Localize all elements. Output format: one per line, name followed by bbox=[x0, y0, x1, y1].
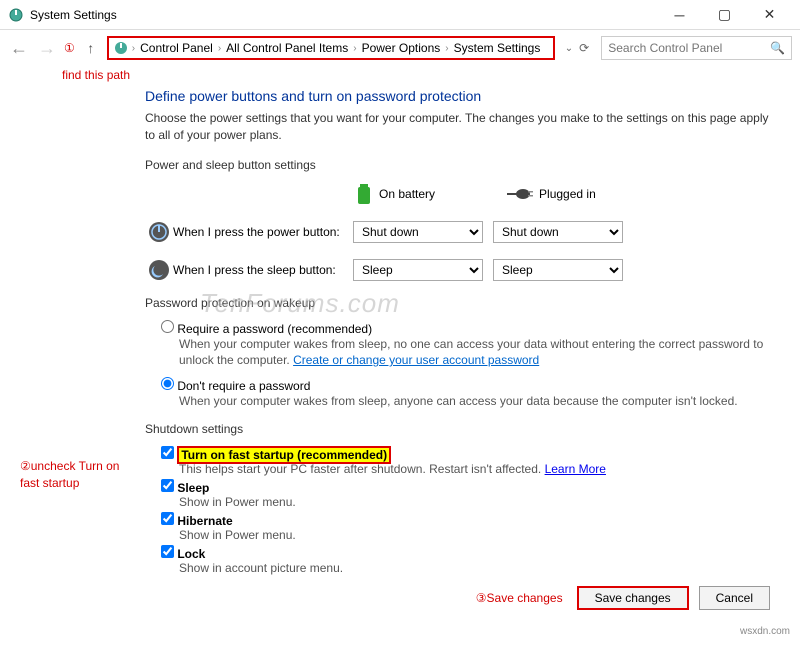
radio-require-password-input[interactable] bbox=[161, 320, 174, 333]
search-box[interactable]: 🔍 bbox=[601, 36, 792, 60]
power-button-icon bbox=[145, 218, 173, 246]
battery-icon bbox=[355, 182, 373, 206]
chk-sleep[interactable] bbox=[161, 479, 174, 492]
search-input[interactable] bbox=[608, 41, 770, 55]
search-icon: 🔍 bbox=[770, 41, 785, 55]
power-icon bbox=[113, 40, 129, 56]
select-power-plugged[interactable]: Shut down bbox=[493, 221, 623, 243]
annotation-3: ③Save changes bbox=[476, 591, 563, 605]
sleep-button-icon bbox=[145, 256, 173, 284]
back-button[interactable]: ← bbox=[8, 37, 30, 59]
radio-no-password[interactable]: Don't require a password When your compu… bbox=[161, 377, 770, 410]
crumb-all-items[interactable]: All Control Panel Items bbox=[224, 39, 350, 57]
row-power-button: When I press the power button: Shut down… bbox=[145, 218, 770, 246]
chk-fast-startup[interactable] bbox=[161, 446, 174, 459]
section-shutdown: Shutdown settings bbox=[145, 422, 770, 436]
app-icon bbox=[8, 7, 24, 23]
chk-sleep-row: Sleep Show in Power menu. bbox=[161, 479, 770, 509]
maximize-button[interactable]: ▢ bbox=[702, 0, 747, 30]
cancel-button[interactable]: Cancel bbox=[699, 586, 770, 610]
crumb-system-settings[interactable]: System Settings bbox=[452, 39, 543, 57]
breadcrumb-path[interactable]: › Control Panel › All Control Panel Item… bbox=[107, 36, 555, 60]
radio-require-password[interactable]: Require a password (recommended) When yo… bbox=[161, 320, 770, 370]
chk-lock-row: Lock Show in account picture menu. bbox=[161, 545, 770, 575]
annotation-1-circle: ① bbox=[64, 41, 75, 55]
link-learn-more[interactable]: Learn More bbox=[545, 462, 606, 476]
section-power-sleep: Power and sleep button settings bbox=[145, 158, 770, 172]
select-sleep-plugged[interactable]: Sleep bbox=[493, 259, 623, 281]
row-sleep-button: When I press the sleep button: Sleep Sle… bbox=[145, 256, 770, 284]
forward-button[interactable]: → bbox=[36, 37, 58, 59]
title-bar: System Settings ─ ▢ ✕ bbox=[0, 0, 800, 30]
annotation-1-text: find this path bbox=[0, 66, 800, 88]
window-title: System Settings bbox=[30, 8, 117, 22]
save-button[interactable]: Save changes bbox=[577, 586, 689, 610]
section-password: Password protection on wakeup bbox=[145, 296, 770, 310]
up-button[interactable]: ↑ bbox=[81, 38, 101, 58]
chk-hibernate[interactable] bbox=[161, 512, 174, 525]
minimize-button[interactable]: ─ bbox=[657, 0, 702, 30]
chk-lock[interactable] bbox=[161, 545, 174, 558]
select-sleep-battery[interactable]: Sleep bbox=[353, 259, 483, 281]
page-heading: Define power buttons and turn on passwor… bbox=[145, 88, 770, 104]
col-on-battery: On battery bbox=[355, 182, 435, 206]
annotation-2: ②uncheck Turn on fast startup bbox=[20, 458, 130, 492]
col-plugged-in: Plugged in bbox=[505, 182, 596, 206]
chk-hibernate-row: Hibernate Show in Power menu. bbox=[161, 512, 770, 542]
close-button[interactable]: ✕ bbox=[747, 0, 792, 30]
nav-bar: ← → ① ↑ › Control Panel › All Control Pa… bbox=[0, 30, 800, 66]
chk-fast-startup-row: Turn on fast startup (recommended) This … bbox=[161, 446, 770, 476]
refresh-button[interactable]: ⟳ bbox=[579, 41, 589, 55]
select-power-battery[interactable]: Shut down bbox=[353, 221, 483, 243]
page-subtext: Choose the power settings that you want … bbox=[145, 110, 770, 144]
dropdown-arrow-icon[interactable]: ⌄ bbox=[565, 43, 573, 54]
crumb-power-options[interactable]: Power Options bbox=[360, 39, 443, 57]
crumb-control-panel[interactable]: Control Panel bbox=[138, 39, 215, 57]
radio-no-password-input[interactable] bbox=[161, 377, 174, 390]
link-change-password[interactable]: Create or change your user account passw… bbox=[293, 353, 539, 367]
footer-watermark: wsxdn.com bbox=[0, 626, 800, 637]
plug-icon bbox=[505, 186, 533, 202]
